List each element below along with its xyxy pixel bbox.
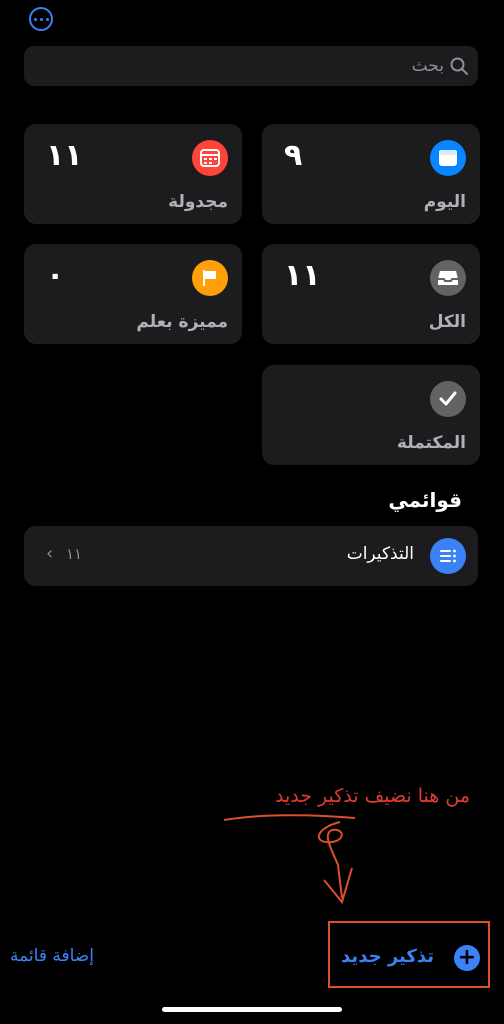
card-count: ١١ xyxy=(46,138,83,173)
dot xyxy=(39,17,43,21)
plus-circle-icon[interactable]: + xyxy=(454,945,480,971)
add-list-button[interactable]: إضافة قائمة xyxy=(10,946,94,966)
list-name: التذكيرات xyxy=(346,544,414,564)
list-bullet-icon xyxy=(430,538,466,574)
card-label: المكتملة xyxy=(396,433,466,453)
my-lists-title: قوائمي xyxy=(388,488,462,512)
card-flagged[interactable]: ٠ مميزة بعلم xyxy=(24,244,242,344)
annotation-text: من هنا نضيف تذكير جديد xyxy=(274,785,470,807)
card-label: الكل xyxy=(428,312,466,332)
dot xyxy=(33,17,37,21)
card-label: مميزة بعلم xyxy=(136,312,228,332)
dot xyxy=(45,17,49,21)
checkmark-icon xyxy=(430,381,466,417)
calendar-today-icon xyxy=(430,140,466,176)
chevron-left-icon: ‹ xyxy=(46,543,54,564)
card-all[interactable]: ١١ الكل xyxy=(262,244,480,344)
tray-icon xyxy=(430,260,466,296)
card-label: اليوم xyxy=(423,192,466,212)
calendar-grid-icon xyxy=(192,140,228,176)
more-options-button[interactable] xyxy=(29,7,53,31)
card-count: ٠ xyxy=(46,258,65,293)
card-count: ١١ xyxy=(284,258,321,293)
list-item-reminders[interactable]: التذكيرات ١١ ‹ xyxy=(24,526,478,586)
search-placeholder: بحث xyxy=(411,56,444,76)
search-icon xyxy=(450,57,468,75)
flag-icon xyxy=(192,260,228,296)
card-label: مجدولة xyxy=(168,192,228,212)
new-reminder-button[interactable]: تذكير جديد xyxy=(341,946,434,967)
list-count: ١١ xyxy=(66,545,83,563)
card-today[interactable]: ٩ اليوم xyxy=(262,124,480,224)
card-scheduled[interactable]: ١١ مجدولة xyxy=(24,124,242,224)
home-indicator xyxy=(162,1007,342,1012)
annotation-arrow-icon xyxy=(223,814,356,905)
card-completed[interactable]: المكتملة xyxy=(262,365,480,465)
card-count: ٩ xyxy=(284,138,303,173)
search-bar[interactable]: بحث xyxy=(24,46,478,86)
